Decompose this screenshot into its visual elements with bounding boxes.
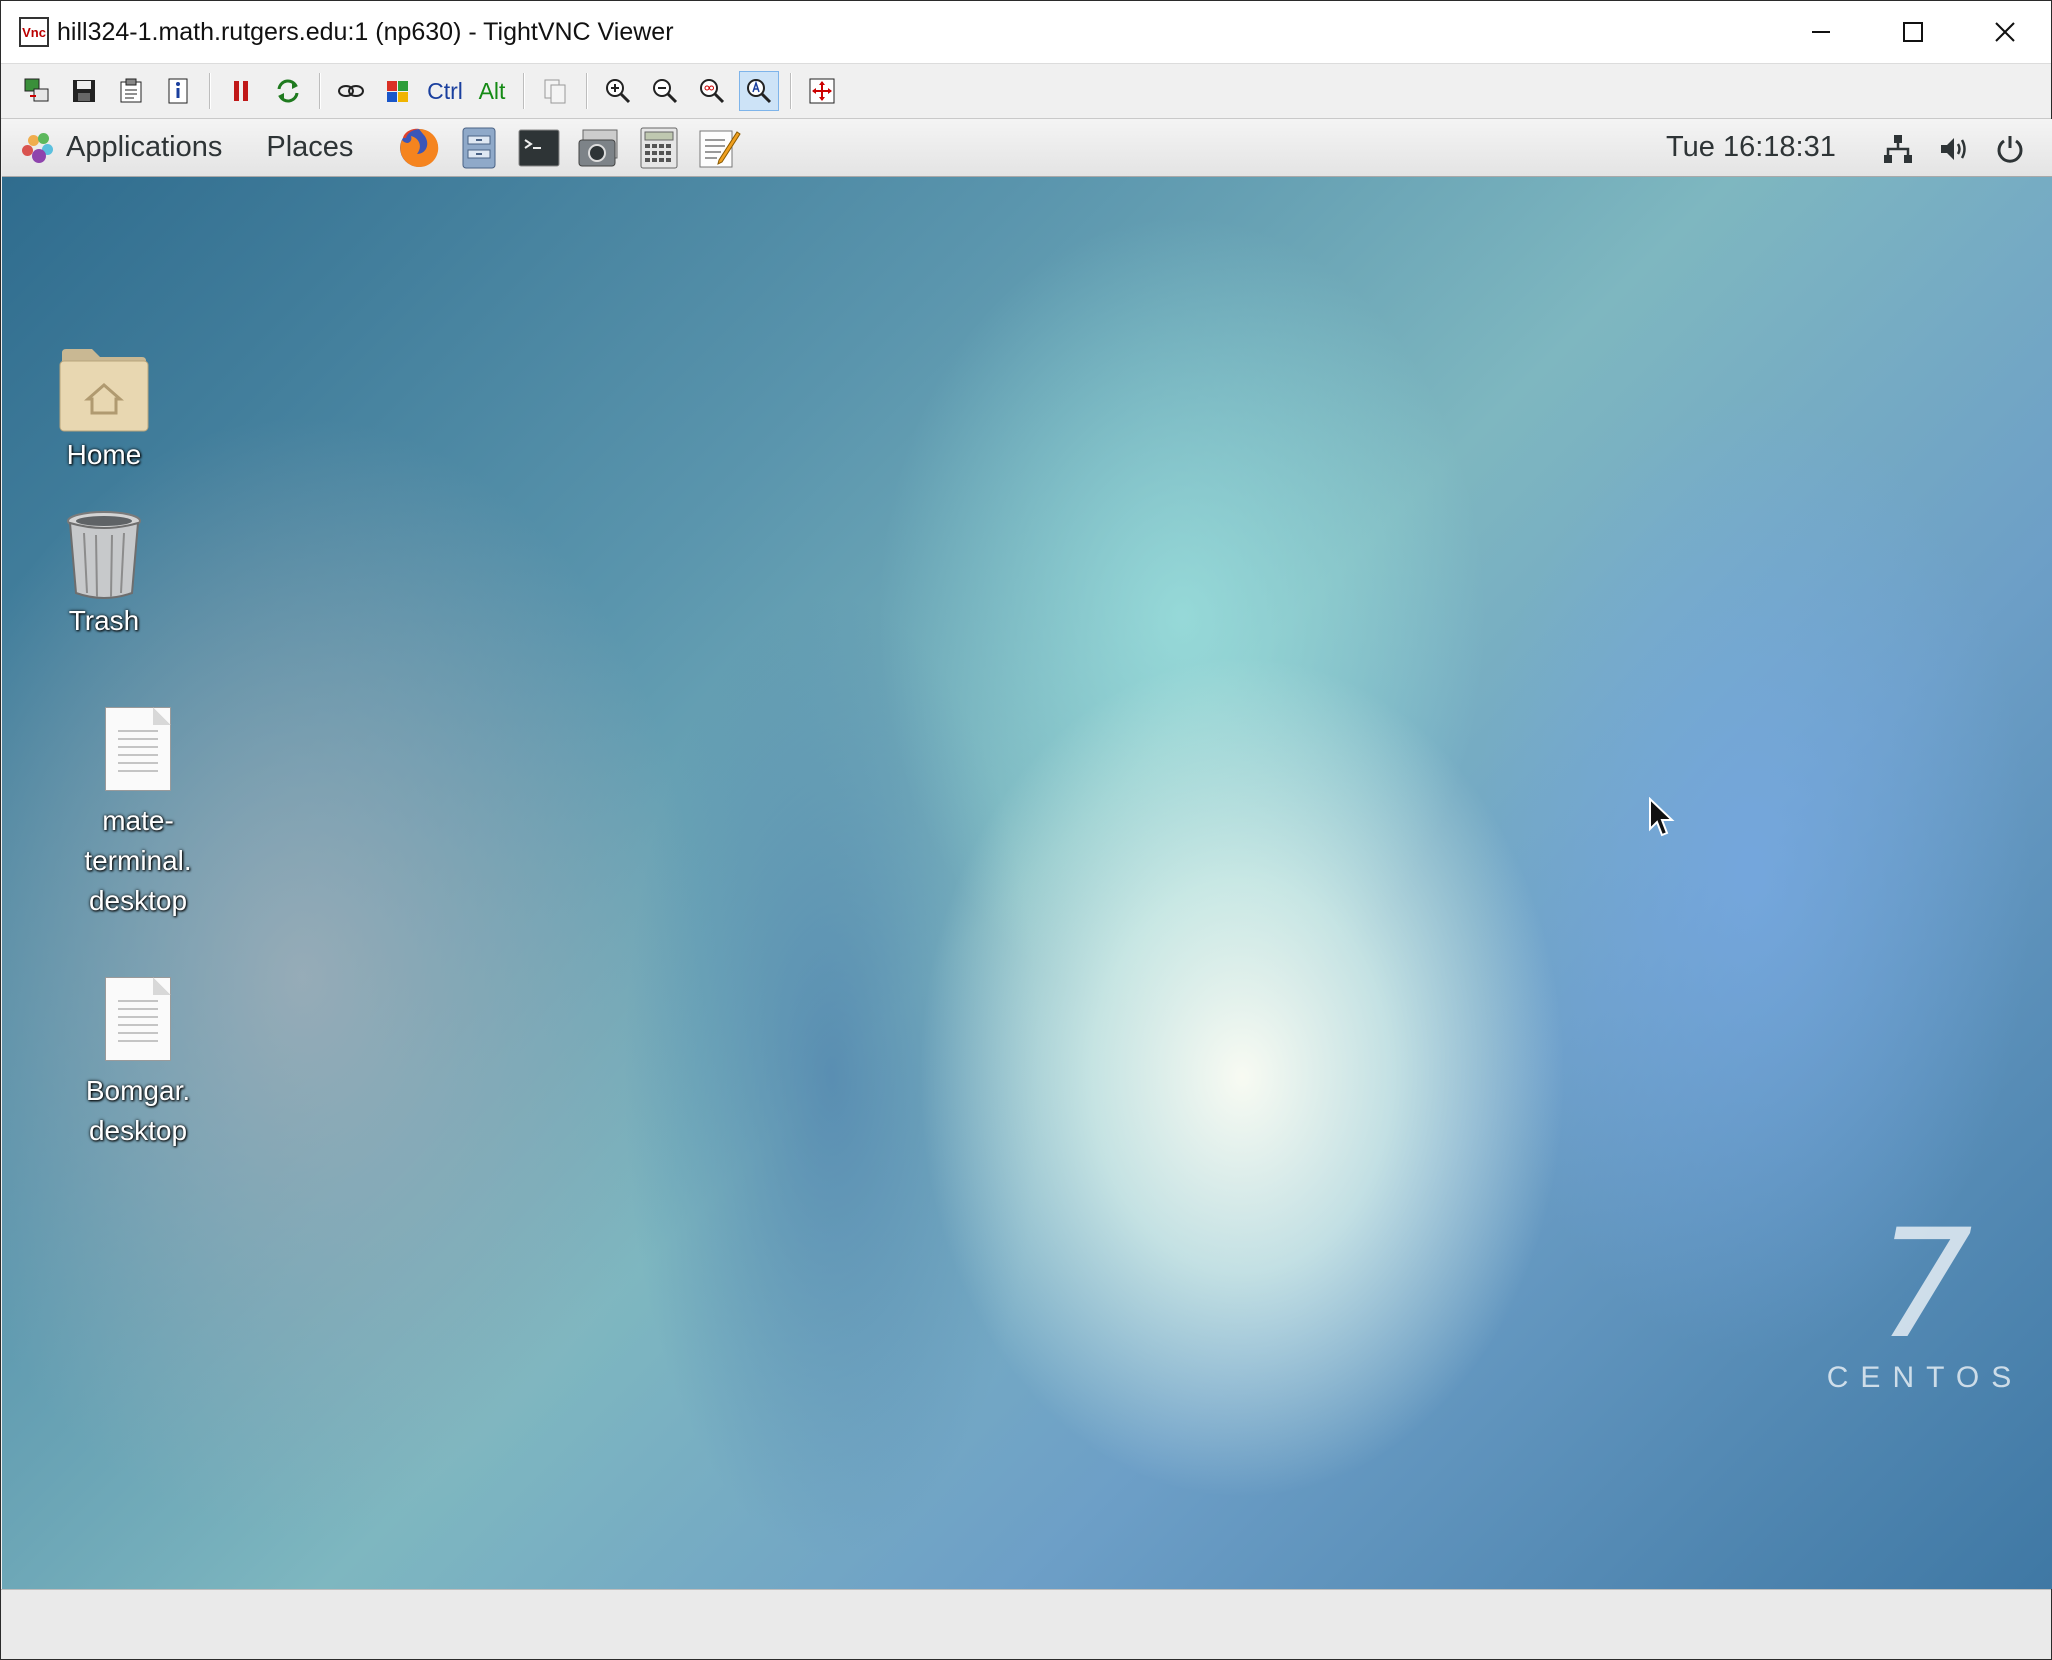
toolbar-separator — [523, 73, 525, 109]
desktop-icon-label-line: desktop — [88, 885, 188, 916]
firefox-launcher[interactable] — [397, 126, 441, 170]
ctrl-key-button[interactable]: Ctrl — [425, 71, 465, 111]
toolbar-separator — [790, 73, 792, 109]
calculator-launcher[interactable] — [637, 126, 681, 170]
calculator-icon — [640, 127, 678, 168]
file-manager-icon — [462, 127, 496, 168]
window-controls — [1775, 1, 2051, 63]
screenshot-icon — [578, 129, 618, 166]
folder-home-icon — [59, 349, 149, 432]
volume-icon — [1941, 138, 1966, 160]
terminal-launcher[interactable] — [517, 126, 561, 170]
desktop-icon-label: Trash — [68, 605, 140, 636]
zoom-in-icon — [606, 79, 631, 104]
zoom-100-button[interactable] — [692, 71, 732, 111]
copy-clipboard-icon — [544, 79, 566, 104]
screenshot-launcher[interactable] — [577, 126, 621, 170]
panel-clock[interactable]: Tue 16:18:31 — [1666, 131, 1836, 164]
centos-wordmark: CENTOS — [1826, 1361, 2024, 1394]
vnc-toolbar: Ctrl Alt — [1, 63, 2051, 119]
terminal-icon — [518, 129, 560, 166]
refresh-button[interactable] — [268, 71, 308, 111]
desktop-icon-label-line: Bomgar. — [85, 1075, 191, 1106]
new-connection-icon — [24, 78, 49, 102]
close-button[interactable] — [1959, 1, 2051, 63]
gnome-foot-icon — [20, 131, 54, 165]
vnc-app-icon[interactable]: Vnc — [19, 17, 49, 47]
zoom-in-button[interactable] — [598, 71, 638, 111]
status-bar — [1, 1589, 2051, 1659]
window-title: hill324-1.math.rutgers.edu:1 (np630) - T… — [57, 17, 674, 46]
applications-label: Applications — [66, 131, 223, 163]
remote-desktop[interactable]: Applications Places Tue 16:18:31 Home Tr… — [2, 119, 2052, 1589]
toolbar-separator — [586, 73, 588, 109]
connection-info-icon — [168, 78, 188, 104]
desktop-icon-label: Home — [66, 439, 142, 470]
ctrl-alt-del-icon — [338, 85, 364, 97]
options-icon — [120, 78, 142, 103]
mouse-pointer-icon — [1649, 797, 1675, 837]
desktop-icon-mate-terminal-desktop[interactable]: mate- terminal. desktop — [58, 707, 218, 921]
options-button[interactable] — [111, 71, 151, 111]
alt-key-label: Alt — [478, 77, 506, 104]
pause-button[interactable] — [221, 71, 261, 111]
trash-icon — [67, 511, 141, 599]
text-editor-icon — [699, 130, 742, 167]
fullscreen-icon — [809, 78, 835, 104]
desktop-icon-label-line: desktop — [88, 1115, 188, 1146]
text-file-icon — [105, 977, 171, 1061]
new-connection-button[interactable] — [17, 71, 57, 111]
zoom-auto-icon — [747, 79, 772, 104]
send-ctrl-esc-icon — [387, 81, 408, 102]
zoom-100-icon — [700, 79, 725, 104]
refresh-icon — [277, 79, 299, 103]
places-label: Places — [266, 131, 354, 163]
zoom-out-icon — [653, 79, 678, 104]
connection-info-button[interactable] — [158, 71, 198, 111]
alt-key-button[interactable]: Alt — [472, 71, 512, 111]
text-file-icon — [105, 707, 171, 791]
zoom-out-button[interactable] — [645, 71, 685, 111]
ctrl-key-label: Ctrl — [427, 77, 463, 104]
fullscreen-button[interactable] — [802, 71, 842, 111]
zoom-auto-button[interactable] — [739, 71, 779, 111]
desktop-background[interactable]: Home Trash mate- terminal. desktop Bomga… — [2, 177, 2052, 1589]
centos-logo: 7 CENTOS — [1825, 1198, 2025, 1395]
desktop-icon-label-line: mate- — [102, 805, 174, 836]
minimize-button[interactable] — [1775, 1, 1867, 63]
toolbar-separator — [319, 73, 321, 109]
power-icon — [1997, 136, 2023, 163]
save-button[interactable] — [64, 71, 104, 111]
pause-icon — [234, 81, 248, 101]
close-icon — [1995, 22, 2015, 42]
toolbar-separator — [209, 73, 211, 109]
file-manager-launcher[interactable] — [457, 126, 501, 170]
ctrl-alt-del-button[interactable] — [331, 71, 371, 111]
save-icon — [73, 80, 95, 102]
desktop-icon-trash[interactable]: Trash — [24, 509, 184, 641]
centos-version-number: 7 — [1877, 1198, 1973, 1372]
firefox-icon — [400, 128, 439, 167]
power-menu[interactable] — [1988, 127, 2032, 171]
network-icon — [1884, 135, 1912, 163]
places-menu[interactable]: Places — [266, 131, 353, 164]
vnc-viewer-window: Vnc hill324-1.math.rutgers.edu:1 (np630)… — [0, 0, 2052, 1660]
network-indicator[interactable] — [1876, 127, 1920, 171]
volume-indicator[interactable] — [1932, 127, 1976, 171]
send-ctrl-esc-button[interactable] — [378, 71, 418, 111]
minimize-icon — [1812, 31, 1830, 33]
desktop-icon-label-line: terminal. — [84, 845, 192, 876]
desktop-icon-bomgar-desktop[interactable]: Bomgar. desktop — [58, 977, 218, 1151]
text-editor-launcher[interactable] — [697, 126, 742, 170]
system-tray — [1864, 127, 2032, 171]
maximize-button[interactable] — [1867, 1, 1959, 63]
title-bar: Vnc hill324-1.math.rutgers.edu:1 (np630)… — [1, 1, 2051, 63]
top-panel: Applications Places Tue 16:18:31 — [2, 119, 2052, 177]
maximize-icon — [1903, 22, 1923, 42]
desktop-icon-home[interactable]: Home — [24, 347, 184, 475]
copy-clipboard-button[interactable] — [535, 71, 575, 111]
applications-menu[interactable]: Applications — [2, 131, 222, 165]
